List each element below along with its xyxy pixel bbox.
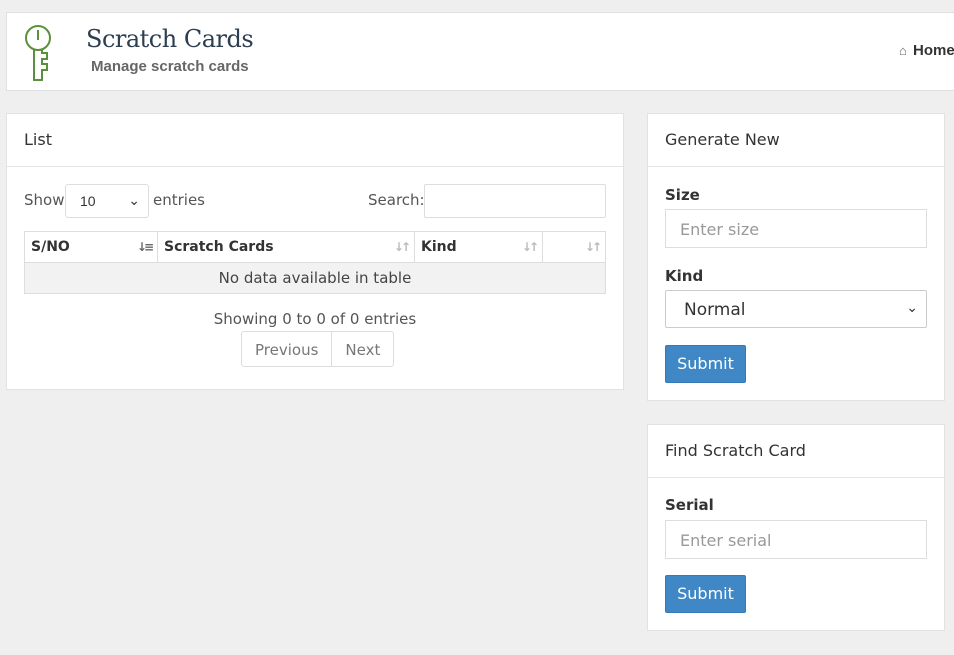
generate-submit-button[interactable]: Submit	[665, 345, 746, 383]
column-header-label: S/NO	[31, 239, 70, 255]
size-label: Size	[665, 186, 700, 204]
page-length-value: 10	[80, 193, 96, 209]
generate-card: Generate New Size Enter size Kind Normal…	[647, 113, 945, 401]
page-length-select[interactable]: 10 ⌄	[65, 184, 149, 218]
kind-select-value: Normal	[684, 300, 746, 320]
column-header-label: Kind	[421, 239, 457, 255]
chevron-down-icon: ⌄	[128, 192, 140, 208]
find-card: Find Scratch Card Serial Enter serial Su…	[647, 424, 945, 631]
entries-label: entries	[153, 191, 205, 209]
breadcrumb-home[interactable]: ⌂ Home	[899, 42, 954, 59]
generate-card-title: Generate New	[648, 114, 944, 167]
sort-icon: ↓↑	[584, 240, 602, 254]
breadcrumb-home-label: Home	[913, 42, 954, 59]
data-table: S/NO ↓≡ Scratch Cards ↓↑ Kind ↓↑ ↓↑ No data…	[24, 231, 606, 294]
column-header-kind[interactable]: Kind ↓↑	[414, 231, 543, 263]
page-header: Scratch Cards Manage scratch cards ⌂ Home	[6, 12, 954, 91]
pagination: Previous Next	[241, 331, 395, 367]
kind-label: Kind	[665, 267, 704, 285]
list-card: List Show 10 ⌄ entries Search: S/NO ↓≡ Sc…	[6, 113, 624, 390]
key-icon	[25, 25, 51, 81]
column-header-label: Scratch Cards	[164, 239, 274, 255]
kind-select[interactable]: Normal ⌄	[665, 290, 927, 328]
table-info: Showing 0 to 0 of 0 entries	[213, 310, 417, 328]
sort-icon: ↓↑	[393, 240, 411, 254]
size-input[interactable]: Enter size	[665, 209, 927, 248]
serial-label: Serial	[665, 496, 714, 514]
show-label: Show	[24, 191, 65, 209]
page-subtitle: Manage scratch cards	[91, 58, 249, 75]
list-card-title: List	[7, 114, 623, 167]
search-input[interactable]	[424, 184, 606, 218]
chevron-down-icon: ⌄	[906, 300, 918, 316]
column-header-sno[interactable]: S/NO ↓≡	[24, 231, 158, 263]
next-button[interactable]: Next	[331, 332, 393, 366]
sort-icon: ↓↑	[521, 240, 539, 254]
search-label: Search:	[368, 191, 425, 209]
sort-asc-icon: ↓≡	[136, 240, 154, 254]
find-card-title: Find Scratch Card	[648, 425, 944, 478]
previous-button[interactable]: Previous	[242, 332, 331, 366]
page-title: Scratch Cards	[86, 25, 254, 53]
home-icon: ⌂	[899, 43, 907, 58]
find-submit-button[interactable]: Submit	[665, 575, 746, 613]
table-row: No data available in table	[24, 262, 606, 294]
column-header-actions[interactable]: ↓↑	[542, 231, 606, 263]
serial-input[interactable]: Enter serial	[665, 520, 927, 559]
column-header-scratch-cards[interactable]: Scratch Cards ↓↑	[157, 231, 415, 263]
empty-table-message: No data available in table	[24, 262, 606, 294]
